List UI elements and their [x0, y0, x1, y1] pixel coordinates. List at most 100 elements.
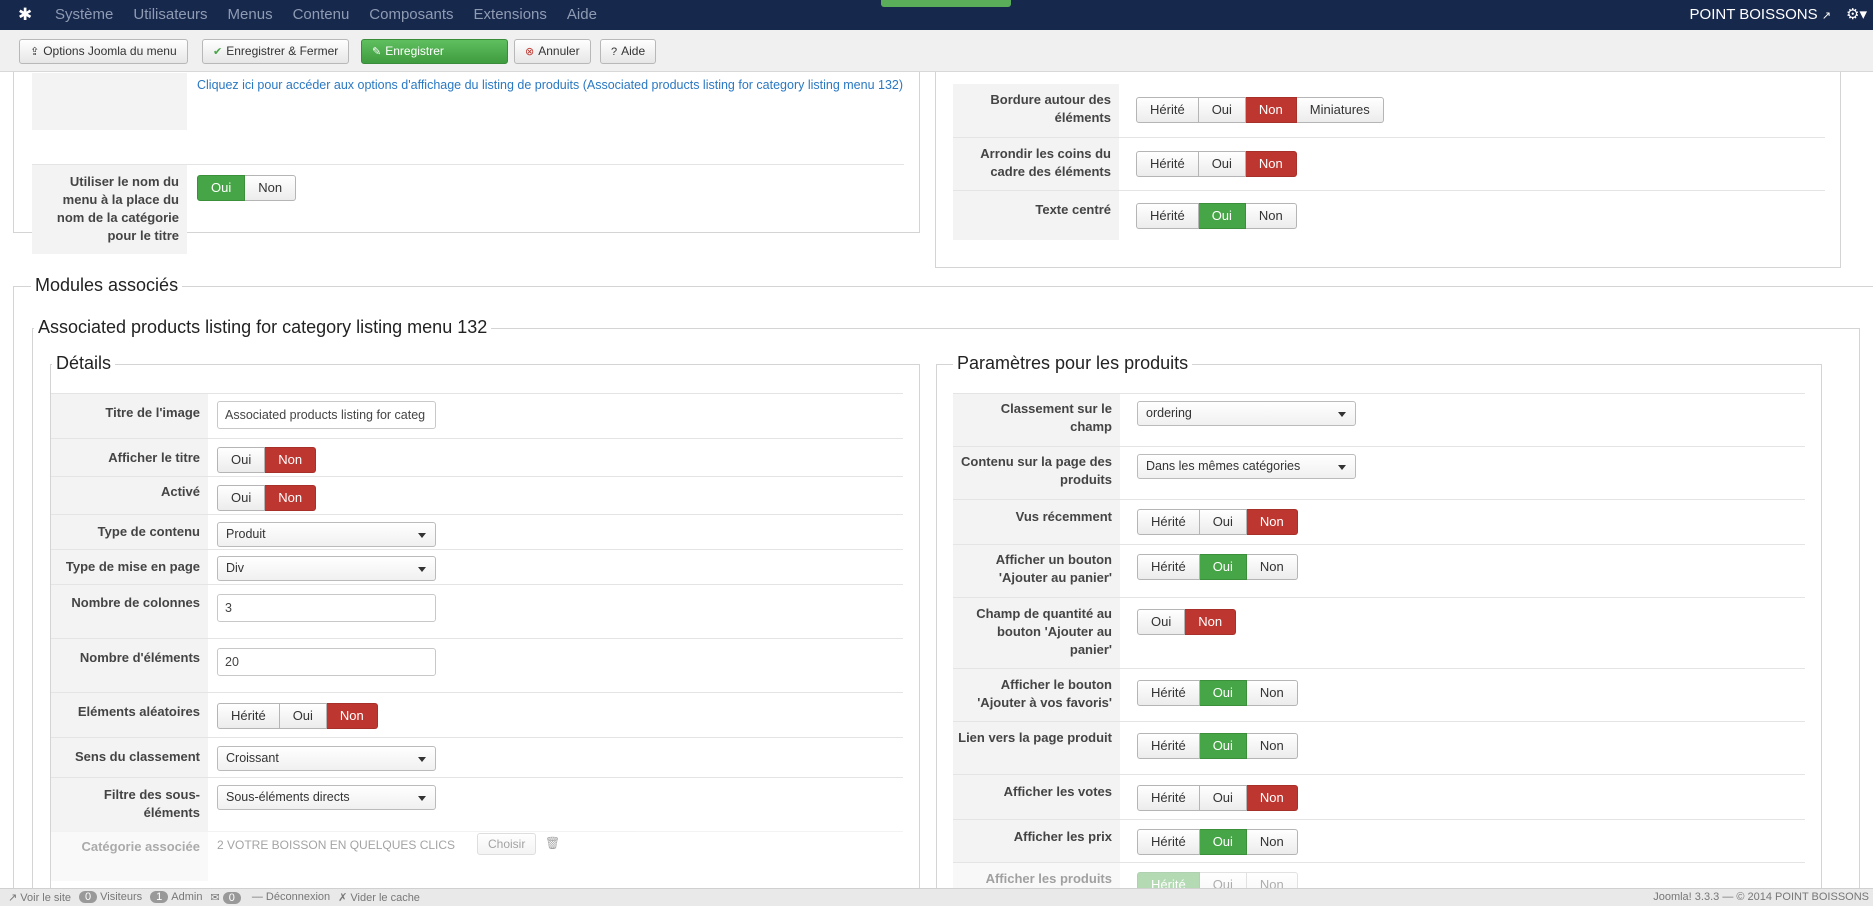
product-link-herite[interactable]: Hérité — [1137, 733, 1200, 759]
options-link-row: Cliquez ici pour accéder aux options d'a… — [32, 73, 904, 130]
messages-status[interactable]: ✉ 0 — [210, 891, 243, 904]
border-herite[interactable]: Hérité — [1136, 97, 1199, 123]
show-title-non[interactable]: Non — [265, 447, 317, 473]
use-menu-name-non[interactable]: Non — [245, 175, 297, 201]
add-cart-non[interactable]: Non — [1246, 554, 1298, 580]
menu-utilisateurs[interactable]: Utilisateurs — [133, 0, 207, 30]
status-left: ↗ Voir le site 0 Visiteurs 1 Admin ✉ 0 — D… — [8, 891, 420, 904]
choose-category-button[interactable]: Choisir — [477, 833, 537, 855]
details-fieldset: Détails Titre de l'image Associated prod… — [50, 353, 920, 888]
border-oui[interactable]: Oui — [1198, 97, 1246, 123]
save-button[interactable]: ✎ Enregistrer — [361, 39, 508, 64]
content-type-select[interactable]: Produit — [217, 522, 436, 547]
site-link[interactable]: POINT BOISSONS ↗ — [1690, 0, 1831, 31]
centered-herite[interactable]: Hérité — [1136, 203, 1199, 229]
clear-cache-link[interactable]: ✗ Vider le cache — [338, 891, 420, 904]
votes-non[interactable]: Non — [1246, 785, 1298, 811]
product-link-non[interactable]: Non — [1246, 733, 1298, 759]
show-products-oui[interactable]: Oui — [1199, 872, 1247, 888]
prices-oui[interactable]: Oui — [1199, 829, 1247, 855]
chevron-down-icon — [1338, 412, 1346, 417]
prices-non[interactable]: Non — [1246, 829, 1298, 855]
random-non[interactable]: Non — [326, 703, 378, 729]
show-products-herite[interactable]: Hérité — [1137, 872, 1200, 888]
wishlist-toggle: Hérité Oui Non — [1137, 680, 1298, 706]
use-menu-name-label: Utiliser le nom du menu à la place du no… — [32, 165, 187, 254]
active-toggle: Oui Non — [217, 485, 317, 511]
round-toggle: Hérité Oui Non — [1136, 151, 1297, 177]
page-content-row: Contenu sur la page des produits Dans le… — [953, 446, 1805, 499]
show-title-label: Afficher le titre — [51, 439, 208, 476]
border-miniatures[interactable]: Miniatures — [1296, 97, 1384, 123]
add-cart-oui[interactable]: Oui — [1199, 554, 1247, 580]
qty-field-oui[interactable]: Oui — [1137, 609, 1186, 635]
qty-field-non[interactable]: Non — [1185, 609, 1237, 635]
visitors-label: Visiteurs — [100, 891, 143, 903]
image-title-input[interactable]: Associated products listing for categ — [217, 401, 436, 429]
wishlist-oui[interactable]: Oui — [1199, 680, 1247, 706]
active-oui[interactable]: Oui — [217, 485, 266, 511]
round-oui[interactable]: Oui — [1198, 151, 1246, 177]
menu-aide[interactable]: Aide — [567, 0, 597, 30]
random-oui[interactable]: Oui — [279, 703, 327, 729]
random-herite[interactable]: Hérité — [217, 703, 280, 729]
menu-composants[interactable]: Composants — [369, 0, 453, 30]
qty-field-label: Champ de quantité au bouton 'Ajouter au … — [953, 598, 1120, 668]
sort-dir-select[interactable]: Croissant — [217, 746, 436, 771]
border-non[interactable]: Non — [1245, 97, 1297, 123]
options-link-label-cell — [32, 73, 187, 130]
ordering-label: Classement sur le champ — [953, 394, 1120, 446]
round-non[interactable]: Non — [1245, 151, 1297, 177]
recent-non[interactable]: Non — [1246, 509, 1298, 535]
upload-icon: ⇪ — [30, 46, 40, 58]
recent-oui[interactable]: Oui — [1199, 509, 1247, 535]
use-menu-name-oui[interactable]: Oui — [197, 175, 246, 201]
view-site-link[interactable]: ↗ Voir le site — [8, 891, 71, 904]
external-link-icon: ↗ — [1821, 10, 1831, 22]
product-link-oui[interactable]: Oui — [1199, 733, 1247, 759]
page-content-select[interactable]: Dans les mêmes catégories — [1137, 454, 1356, 479]
recent-herite[interactable]: Hérité — [1137, 509, 1200, 535]
help-button[interactable]: ? Aide — [600, 39, 657, 64]
trash-icon[interactable]: 🗑 — [545, 836, 560, 850]
elements-row: Nombre d'éléments 20 — [51, 638, 903, 692]
show-products-row: Afficher les produits Hérité Oui Non — [953, 862, 1805, 888]
save-close-button[interactable]: ✔ Enregistrer & Fermer — [202, 39, 350, 64]
menu-systeme[interactable]: Système — [55, 0, 113, 30]
border-label: Bordure autour des éléments — [953, 84, 1119, 137]
joomla-logo-icon[interactable]: ✱ — [18, 6, 36, 24]
version-text: Joomla! 3.3.3 — © 2014 POINT BOISSONS — [1653, 891, 1869, 903]
ordering-select[interactable]: ordering — [1137, 401, 1356, 426]
menu-extensions[interactable]: Extensions — [474, 0, 547, 30]
votes-herite[interactable]: Hérité — [1137, 785, 1200, 811]
active-non[interactable]: Non — [265, 485, 317, 511]
show-products-non[interactable]: Non — [1246, 872, 1298, 888]
show-title-oui[interactable]: Oui — [217, 447, 266, 473]
menu-contenu[interactable]: Contenu — [293, 0, 350, 30]
filter-select[interactable]: Sous-éléments directs — [217, 785, 436, 810]
logout-link[interactable]: — Déconnexion — [252, 891, 330, 904]
elements-label: Nombre d'éléments — [51, 639, 208, 692]
centered-non[interactable]: Non — [1245, 203, 1297, 229]
wishlist-herite[interactable]: Hérité — [1137, 680, 1200, 706]
options-link[interactable]: Cliquez ici pour accéder aux options d'a… — [197, 76, 917, 94]
votes-oui[interactable]: Oui — [1199, 785, 1247, 811]
columns-input[interactable]: 3 — [217, 594, 436, 622]
clear-cache-label: Vider le cache — [350, 892, 420, 904]
options-button[interactable]: ⇪ Options Joomla du menu — [19, 39, 188, 64]
menu-menus[interactable]: Menus — [228, 0, 273, 30]
centered-oui[interactable]: Oui — [1198, 203, 1246, 229]
layout-type-select[interactable]: Div — [217, 556, 436, 581]
add-cart-toggle: Hérité Oui Non — [1137, 554, 1298, 580]
add-cart-herite[interactable]: Hérité — [1137, 554, 1200, 580]
chevron-down-icon — [418, 567, 426, 572]
round-herite[interactable]: Hérité — [1136, 151, 1199, 177]
wishlist-non[interactable]: Non — [1246, 680, 1298, 706]
gear-icon[interactable]: ⚙▾ — [1846, 0, 1867, 30]
elements-input[interactable]: 20 — [217, 648, 436, 676]
prices-herite[interactable]: Hérité — [1137, 829, 1200, 855]
cancel-button[interactable]: ⊗ Annuler — [514, 39, 591, 64]
sort-dir-row: Sens du classement Croissant — [51, 737, 903, 777]
visitors-status: 0 Visiteurs — [79, 891, 142, 904]
visitors-badge: 0 — [79, 891, 98, 903]
